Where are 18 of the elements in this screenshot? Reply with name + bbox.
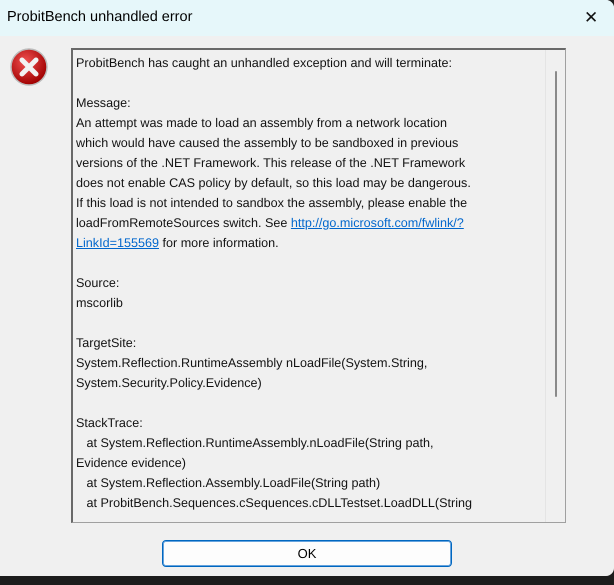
- stack-trace-line: at System.Reflection.Assembly.LoadFile(String path): [86, 475, 382, 492]
- section-label: Source:: [76, 275, 120, 292]
- help-link[interactable]: LinkId=155569: [76, 236, 159, 250]
- section-label: Message:: [76, 95, 132, 112]
- target-site-text: System.Reflection.RuntimeAssembly nLoadFile(System.String, System.Security.Policy.Evidence): [76, 355, 428, 392]
- intro-text: ProbitBench has caught an unhandled exception and will terminate:: [76, 55, 453, 72]
- error-message: An attempt was made to load an assembly from a network location which would have caused the assembly to be sandboxed in previous versions of the .NET Framework. This release of the .NET Framework does not enable CAS policy by default, so this load may be dangerous. If this load is not intended to sandbox the assembly, please enable the loadFromRemoteSources switch. See http://go.microsoft.com/fwlink/? LinkId=155569 for more information.: [76, 115, 472, 252]
- section-label: StackTrace:: [76, 415, 144, 432]
- close-button[interactable]: ✕: [568, 0, 614, 36]
- error-icon: [10, 48, 48, 86]
- window-title: ProbitBench unhandled error: [7, 8, 192, 28]
- ok-button[interactable]: OK: [162, 540, 452, 567]
- help-link[interactable]: http://go.microsoft.com/fwlink/?: [290, 216, 464, 230]
- stack-trace-line: at ProbitBench.Sequences.cSequences.cDLLTestset.LoadDLL(String: [86, 495, 474, 512]
- source-text: mscorlib: [76, 295, 124, 312]
- section-label: TargetSite:: [76, 335, 138, 352]
- scrollbar-thumb[interactable]: [554, 71, 556, 397]
- stack-trace-line: at System.Reflection.RuntimeAssembly.nLoadFile(String path, Evidence evidence): [76, 435, 434, 472]
